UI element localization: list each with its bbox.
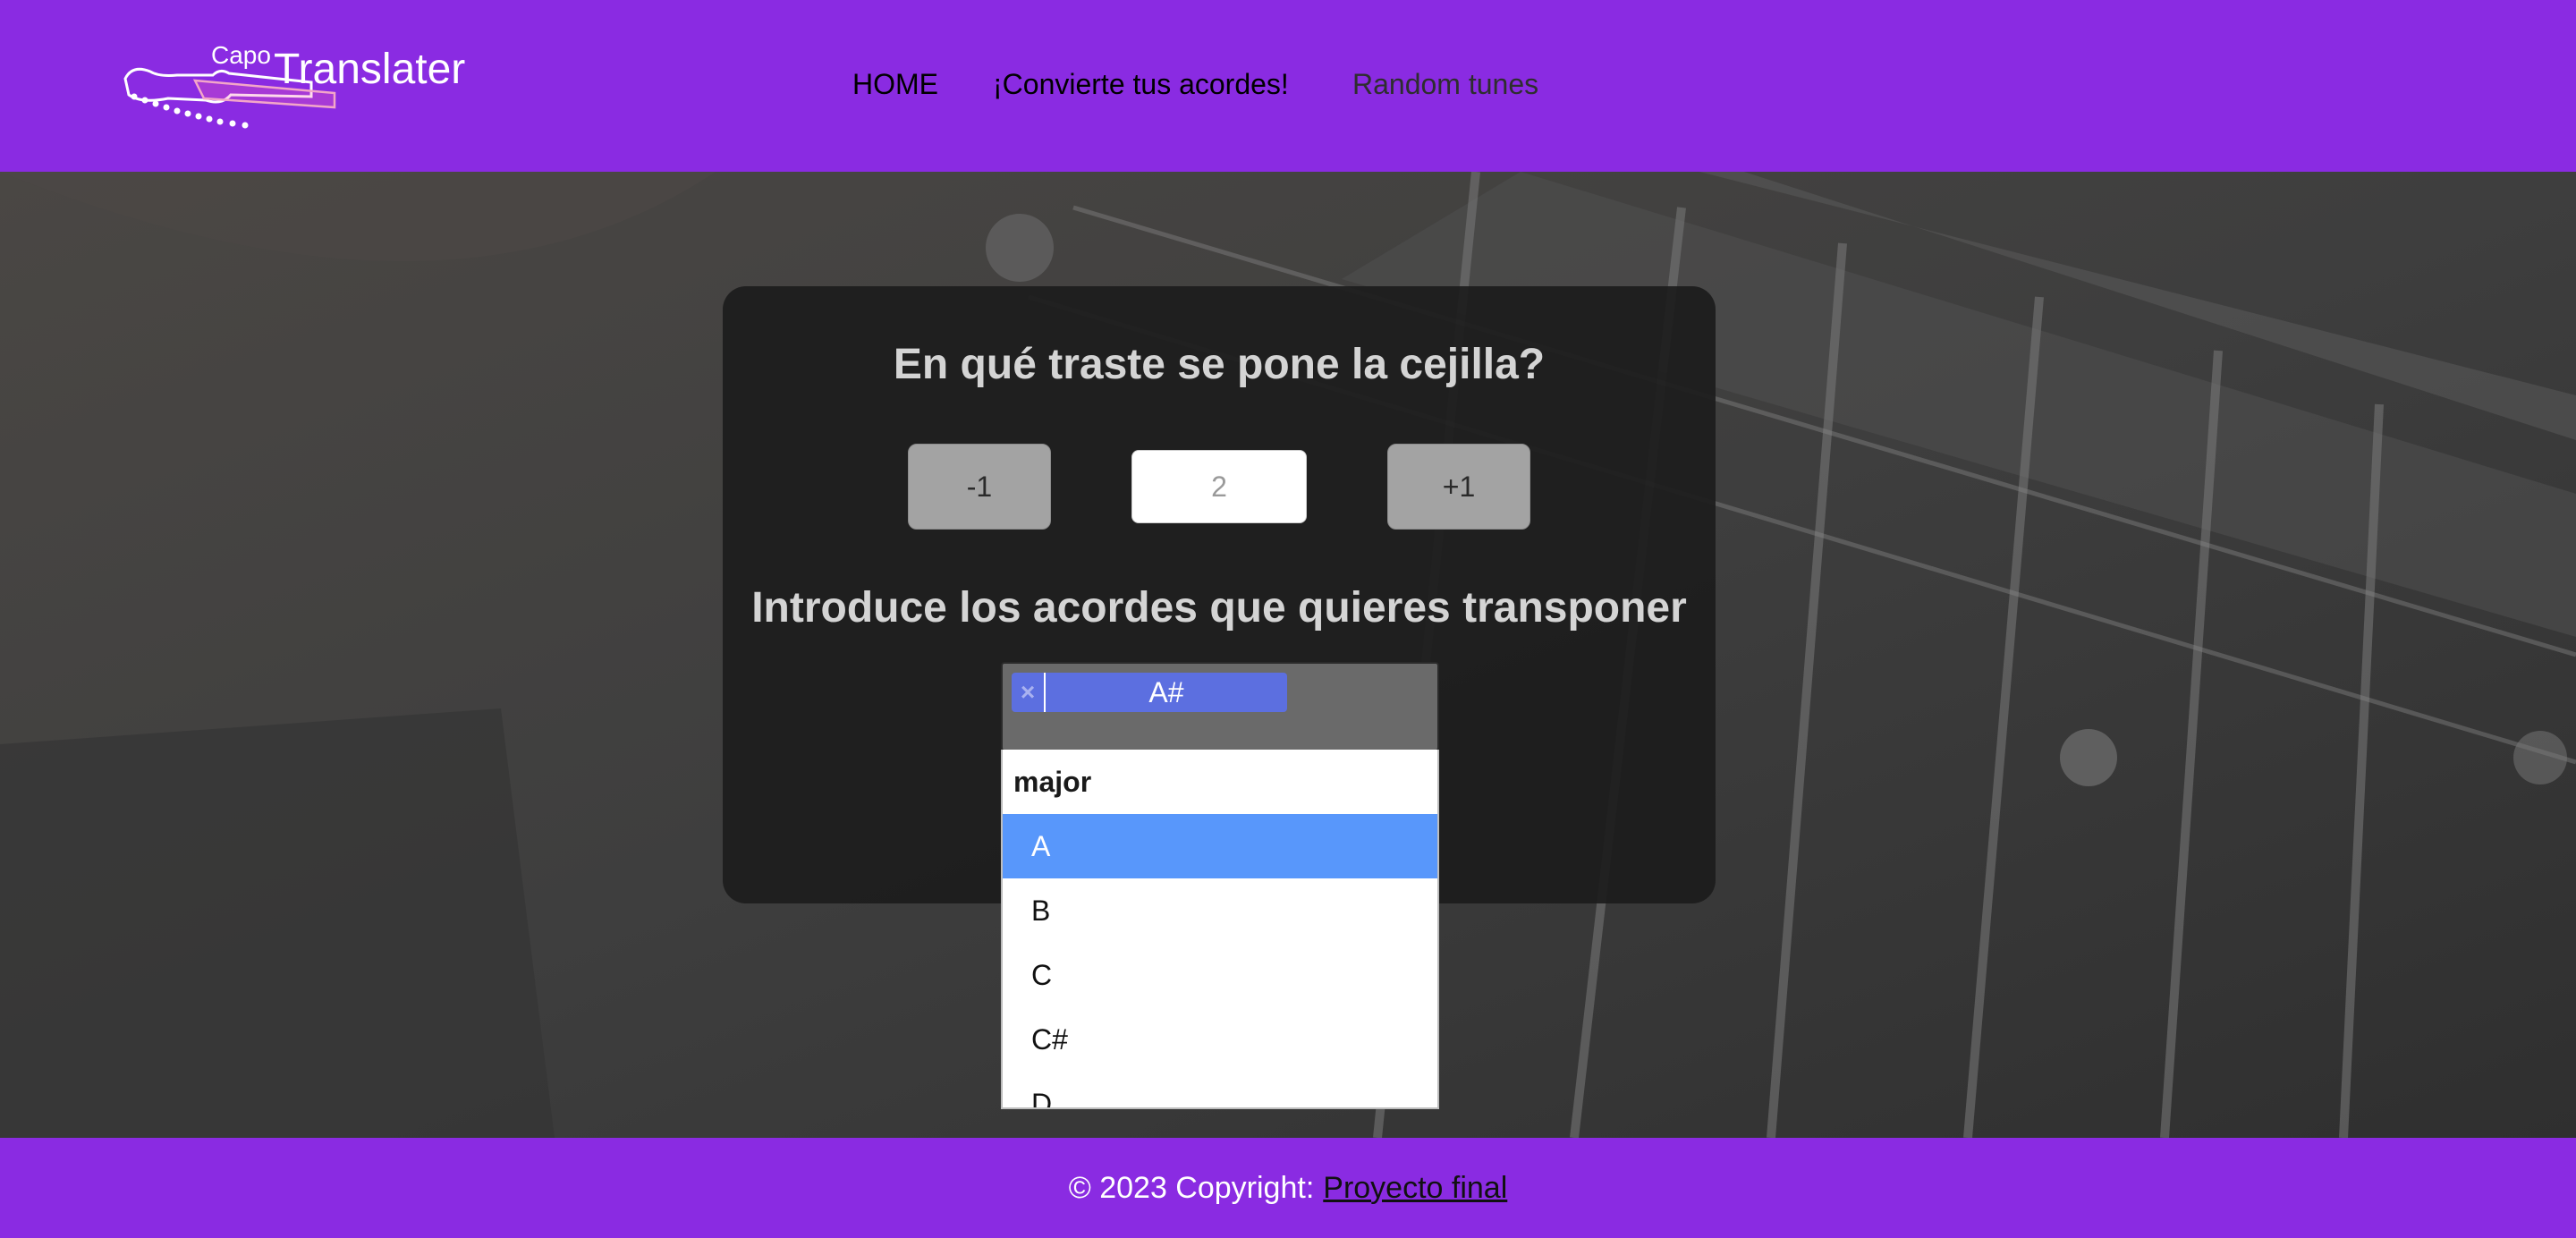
fret-question: En qué traste se pone la cejilla? — [893, 341, 1546, 388]
chord-dropdown: major A B C C# D — [1001, 750, 1439, 1109]
option-a[interactable]: A — [1003, 814, 1437, 878]
remove-chip-icon[interactable]: × — [1012, 673, 1046, 712]
logo-title: Translater — [274, 46, 466, 93]
chords-heading: Introduce los acordes que quieres transp… — [751, 584, 1687, 632]
option-c[interactable]: C — [1003, 943, 1437, 1007]
navbar: Capo Translater HOME ¡Convierte tus acor… — [0, 0, 2576, 172]
option-group-label: major — [1013, 765, 1092, 798]
minus-one-button[interactable]: -1 — [908, 444, 1051, 530]
nav-home[interactable]: HOME — [852, 68, 938, 101]
logo-small-text: Capo — [211, 41, 271, 69]
footer-link[interactable]: Proyecto final — [1323, 1171, 1507, 1206]
copyright-text: © 2023 Copyright: — [1068, 1170, 1315, 1205]
logo[interactable]: Capo Translater — [123, 39, 466, 138]
footer: © 2023 Copyright: Proyecto final — [0, 1138, 2576, 1238]
chord-select[interactable]: × A# — [1001, 662, 1439, 751]
option-c-sharp[interactable]: C# — [1003, 1007, 1437, 1072]
option-b[interactable]: B — [1003, 878, 1437, 943]
plus-one-button[interactable]: +1 — [1387, 444, 1530, 530]
chip-label: A# — [1148, 675, 1184, 708]
fret-input[interactable] — [1131, 450, 1307, 523]
nav-random-tunes[interactable]: Random tunes — [1352, 68, 1538, 101]
selected-chord-chip: × A# — [1012, 673, 1287, 712]
nav-convert-chords[interactable]: ¡Convierte tus acordes! — [993, 68, 1289, 101]
option-d[interactable]: D — [1003, 1072, 1437, 1108]
